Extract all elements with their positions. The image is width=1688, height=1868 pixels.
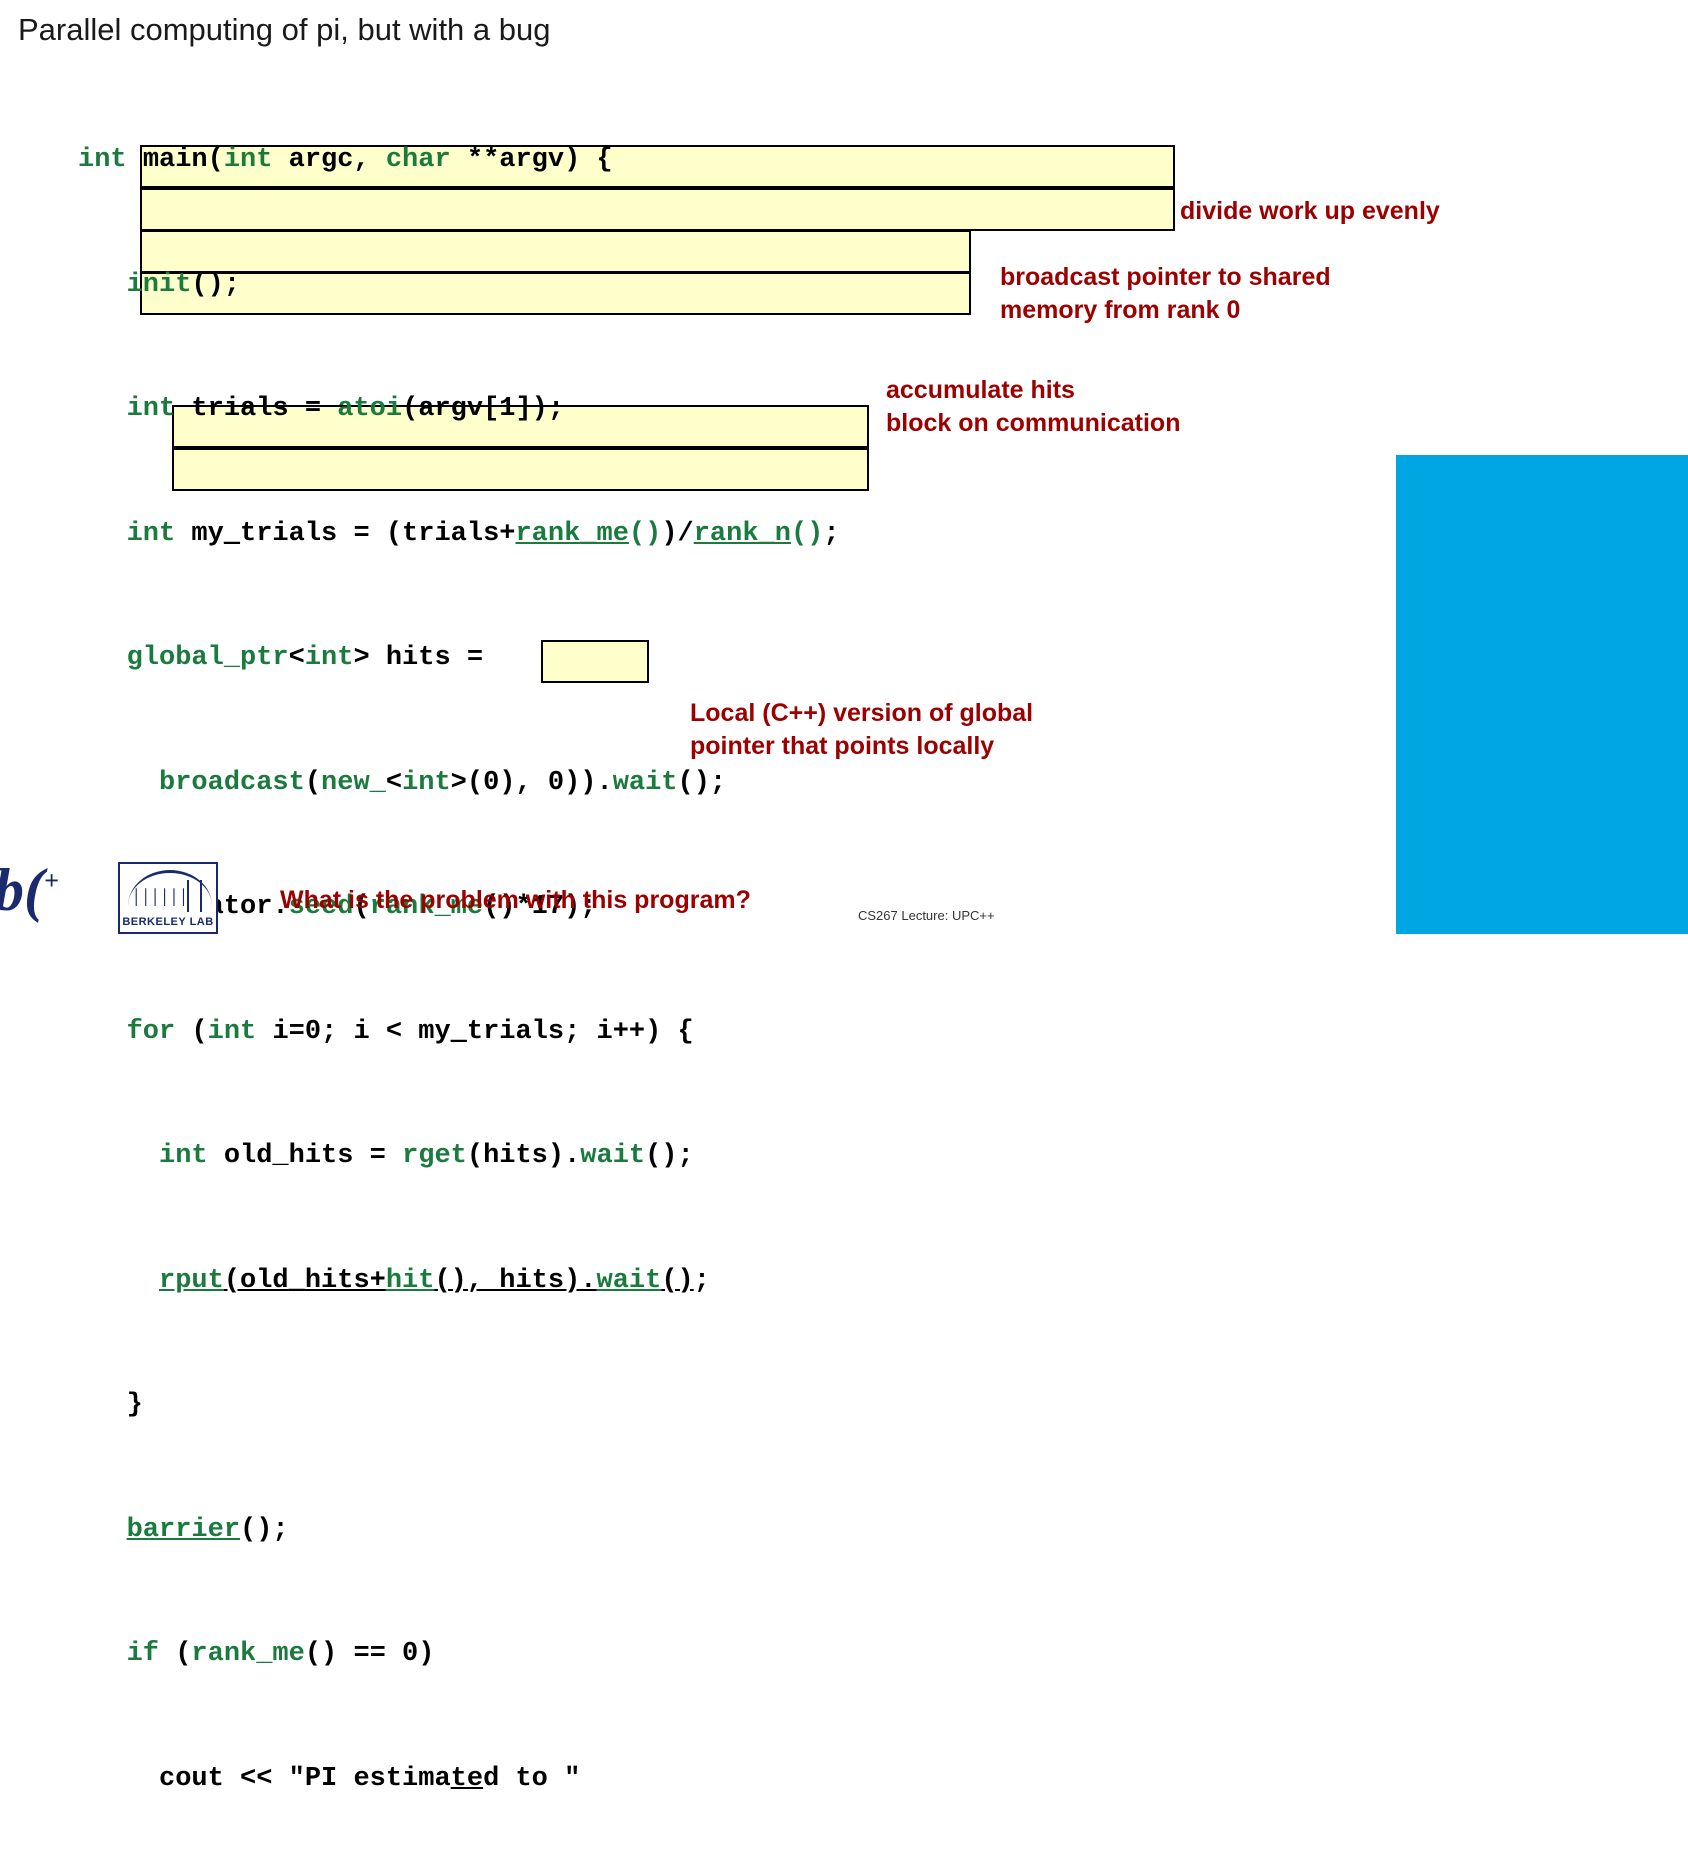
page-title: Parallel computing of pi, but with a bug <box>18 12 551 47</box>
annotation-local-version-line1: Local (C++) version of global <box>690 699 1034 727</box>
code-line-5: global_ptr<int> hits = <box>126 643 484 673</box>
code-line-12: barrier(); <box>126 1514 289 1545</box>
annotation-divide-work: divide work up evenly <box>1180 197 1440 225</box>
bipc-logo-sup: + <box>43 866 59 895</box>
bipc-logo-text: b( <box>0 857 44 923</box>
bipc-logo: b(+ <box>0 856 106 934</box>
code-line-3: int trials = atoi(argv[1]); <box>126 394 565 424</box>
code-line-14: cout << "PI estimated to " <box>159 1763 581 1794</box>
code-block: int main(int argc, char **argv) { init()… <box>78 57 840 1868</box>
footer-lecture-label: CS267 Lecture: UPC++ <box>858 908 995 923</box>
cyan-image-block <box>1396 455 1688 934</box>
code-line-6: broadcast(new_<int>(0), 0)).wait(); <box>159 767 727 798</box>
slide-root: Parallel computing of pi, but with a bug… <box>0 0 1688 1794</box>
code-line-10: rput(old_hits+hit(), hits).wait(); <box>159 1265 710 1296</box>
annotation-local-version-line2: pointer that points locally <box>690 732 995 760</box>
lab-logo-tower-icon <box>187 880 202 912</box>
code-line-8: for (int i=0; i < my_trials; i++) { <box>126 1016 694 1047</box>
code-line-11: } <box>126 1390 143 1420</box>
code-line-4: int my_trials = (trials+rank_me())/rank_… <box>126 518 840 549</box>
berkeley-lab-logo: ׀׀׀׀׀׀ BERKELEY LAB <box>118 862 218 934</box>
lab-logo-bars-icon: ׀׀׀׀׀׀ <box>132 890 189 907</box>
annotation-accumulate-hits-line1: accumulate hits <box>886 376 1075 404</box>
code-line-2: init(); <box>126 269 241 300</box>
annotation-broadcast-pointer-line2: memory from rank 0 <box>1000 296 1241 324</box>
code-line-9: int old_hits = rget(hits).wait(); <box>159 1141 694 1171</box>
lab-logo-name: BERKELEY LAB <box>122 916 214 928</box>
question-text: What is the problem with this program? <box>280 886 751 914</box>
annotation-broadcast-pointer-line1: broadcast pointer to shared <box>1000 263 1331 291</box>
code-line-1: int main(int argc, char **argv) { <box>78 145 613 175</box>
code-line-13: if (rank_me() == 0) <box>126 1639 435 1669</box>
annotation-accumulate-hits-line2: block on communication <box>886 409 1181 437</box>
